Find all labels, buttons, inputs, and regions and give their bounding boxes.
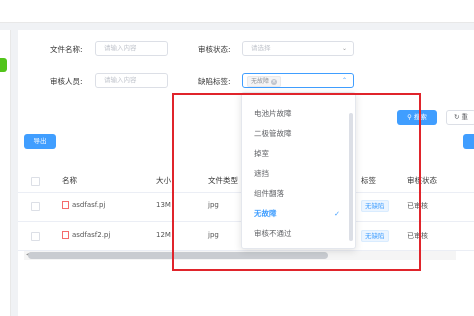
filename-input[interactable]: 请输入内容 bbox=[95, 41, 168, 56]
chevron-up-icon: ⌃ bbox=[341, 77, 347, 84]
row-tag-badge: 无缺陷 bbox=[361, 200, 389, 212]
header-size: 大小 bbox=[156, 176, 171, 185]
row-checkbox[interactable] bbox=[31, 202, 40, 211]
reset-button-label: 重 bbox=[461, 113, 469, 121]
file-icon bbox=[62, 201, 69, 209]
row-checkbox[interactable] bbox=[31, 232, 40, 241]
reset-button[interactable]: ↻ 重 bbox=[446, 110, 474, 125]
top-bar bbox=[0, 0, 474, 23]
side-nav-strip bbox=[0, 30, 11, 316]
row-size: 13M bbox=[156, 201, 171, 209]
dropdown-scrollbar[interactable] bbox=[349, 113, 353, 241]
toolbar-button-right[interactable] bbox=[463, 134, 474, 149]
dropdown-item[interactable]: 掉室 bbox=[242, 145, 348, 163]
dropdown-item[interactable]: 审核不通过 bbox=[242, 225, 348, 243]
nav-active-indicator[interactable] bbox=[0, 58, 7, 72]
row-name-text: asdfasf2.pj bbox=[72, 231, 111, 239]
filename-label: 文件名称: bbox=[50, 45, 83, 54]
auditor-input[interactable]: 请输入内容 bbox=[95, 73, 168, 88]
row-status: 已审核 bbox=[407, 232, 428, 240]
file-icon bbox=[62, 231, 69, 239]
dropdown-item-selected[interactable]: 无故障 ✓ bbox=[242, 205, 348, 223]
select-all-checkbox[interactable] bbox=[31, 177, 40, 186]
row-tag-badge: 无缺陷 bbox=[361, 230, 389, 242]
export-button[interactable]: 导出 bbox=[24, 134, 56, 149]
dropdown-item[interactable]: 遮挡 bbox=[242, 165, 348, 183]
audit-status-label: 审核状态: bbox=[198, 45, 231, 54]
search-button[interactable]: ⚲ 搜索 bbox=[397, 110, 437, 125]
defect-select[interactable]: 无故障 × ⌃ bbox=[242, 73, 354, 88]
close-icon[interactable]: × bbox=[271, 78, 278, 85]
header-status: 审核状态 bbox=[407, 176, 437, 185]
row-name-text: asdfasf.pj bbox=[72, 201, 106, 209]
defect-selected-tag[interactable]: 无故障 × bbox=[247, 76, 282, 87]
defect-tag-text: 无故障 bbox=[251, 78, 270, 85]
defect-label: 缺陷标签: bbox=[198, 77, 231, 86]
defect-dropdown: 电池 电池片故障 二极管故障 掉室 遮挡 组件翻落 无故障 ✓ 审核不通过 bbox=[241, 92, 356, 249]
dropdown-item[interactable]: 电池片故障 bbox=[242, 105, 348, 123]
row-status: 已审核 bbox=[407, 202, 428, 210]
row-size: 12M bbox=[156, 231, 171, 239]
header-name: 名称 bbox=[62, 176, 77, 185]
header-tag: 标签 bbox=[361, 176, 376, 185]
table-hscroll-thumb[interactable] bbox=[28, 252, 328, 259]
row-type: jpg bbox=[208, 231, 219, 239]
dropdown-item[interactable]: 二极管故障 bbox=[242, 125, 348, 143]
row-type: jpg bbox=[208, 201, 219, 209]
audit-status-select[interactable]: 请选择 ⌄ bbox=[242, 41, 354, 56]
search-button-label: 搜索 bbox=[413, 113, 427, 121]
check-icon: ✓ bbox=[334, 210, 340, 218]
search-icon: ⚲ bbox=[407, 113, 412, 121]
dropdown-item-partial[interactable]: 电池 bbox=[242, 93, 348, 99]
refresh-icon: ↻ bbox=[453, 113, 460, 121]
row-name[interactable]: asdfasf2.pj bbox=[62, 231, 110, 239]
auditor-label: 审核人员: bbox=[50, 77, 83, 86]
header-type: 文件类型 bbox=[208, 176, 238, 185]
dropdown-item-selected-label: 无故障 bbox=[254, 209, 277, 218]
chevron-down-icon: ⌄ bbox=[341, 45, 347, 52]
dropdown-item[interactable]: 组件翻落 bbox=[242, 185, 348, 203]
row-name[interactable]: asdfasf.pj bbox=[62, 201, 105, 209]
audit-status-placeholder: 请选择 bbox=[251, 44, 271, 52]
